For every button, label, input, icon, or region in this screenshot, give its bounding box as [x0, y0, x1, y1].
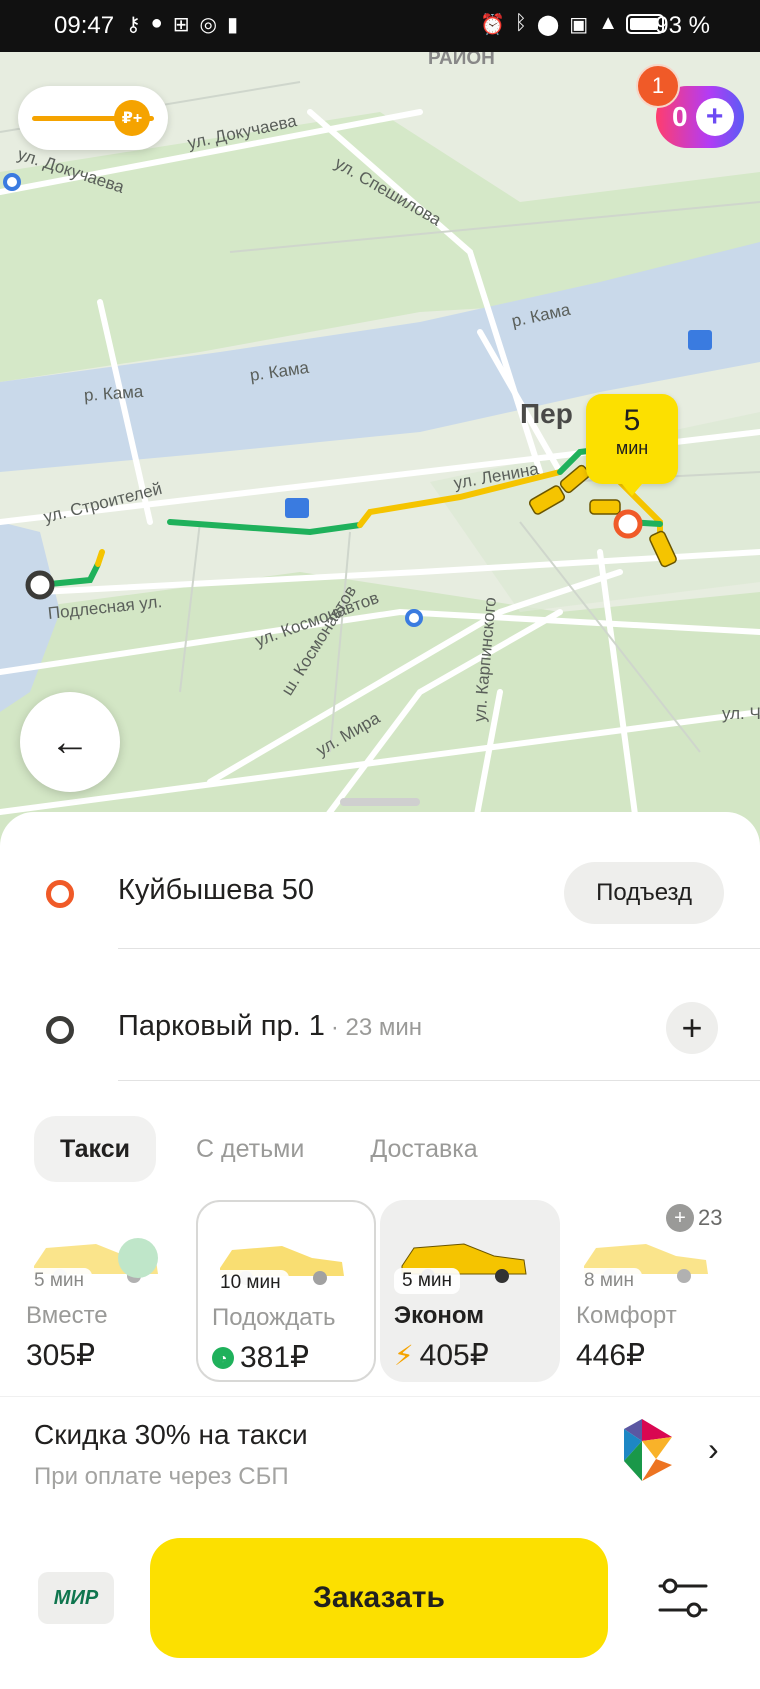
tariff-name: Подождать — [212, 1304, 336, 1331]
plus-icon: + — [695, 98, 734, 136]
battery-saver-icon: ▮ — [226, 14, 238, 36]
tariff-card-together[interactable]: 5 мин Вместе 305₽ — [12, 1200, 192, 1382]
origin-row[interactable]: Куйбышева 50 Подъезд — [0, 844, 760, 944]
divider — [118, 1080, 760, 1081]
origin-address: Куйбышева 50 — [118, 874, 314, 906]
trip-duration: · 23 мин — [330, 1014, 423, 1041]
status-bar: 09:47 ⚷ ● ⊞ ◎ ▮ ⏰ ᛒ ⬤ ▣ ▲ 93 % — [0, 0, 760, 52]
order-bar: МИР Заказать — [0, 1530, 760, 1689]
tariff-price-value: 381₽ — [240, 1341, 310, 1374]
order-button[interactable]: Заказать — [150, 1538, 608, 1658]
plus-balance: 0 — [672, 101, 688, 132]
group-icon — [118, 1238, 158, 1278]
alarm-icon: ⏰ — [480, 14, 505, 36]
tariff-price-value: 305₽ — [26, 1339, 96, 1372]
plus-icon: + — [666, 1204, 694, 1232]
chevron-right-icon: › — [708, 1431, 719, 1467]
lightning-icon: ⚡ — [394, 1340, 414, 1371]
tariff-price-value: 405₽ — [419, 1339, 489, 1372]
ruble-plus-icon: ₽+ — [114, 100, 150, 136]
status-left-icons: ⚷ ● ⊞ ◎ ▮ — [126, 12, 238, 37]
tariff-name: Эконом — [394, 1302, 485, 1329]
sbp-logo-icon — [624, 1419, 672, 1481]
ride-settings-button[interactable] — [656, 1572, 710, 1624]
sheet-handle[interactable] — [340, 798, 420, 806]
plus-cashback-label: + 23 — [666, 1204, 722, 1232]
tab-taxi[interactable]: Такси — [34, 1116, 157, 1182]
tab-delivery[interactable]: Доставка — [344, 1116, 503, 1182]
eta-value: 5 — [623, 404, 641, 437]
map-river-label: р. Кама — [83, 381, 144, 405]
tariff-price: 446₽ — [576, 1338, 645, 1373]
instagram-icon: ◎ — [199, 14, 217, 36]
grid-icon: ⊞ — [172, 14, 190, 36]
eta-bubble: 5 мин — [586, 394, 678, 496]
destination-dot-icon — [46, 1016, 74, 1044]
origin-dot-icon — [46, 880, 74, 908]
add-stop-button[interactable]: + — [666, 1002, 718, 1054]
status-time: 09:47 — [54, 12, 115, 39]
battery-level: 93 % — [655, 12, 710, 39]
tariff-route-badge[interactable]: ₽+ — [18, 86, 168, 150]
tariff-name: Комфорт — [576, 1302, 677, 1329]
tariff-carousel[interactable]: 5 мин Вместе 305₽ 10 мин Подождать ◔ 381… — [0, 1200, 760, 1390]
notification-badge: 1 — [636, 64, 680, 108]
tariff-card-wait[interactable]: 10 мин Подождать ◔ 381₽ — [196, 1200, 376, 1382]
tariff-eta: 8 мин — [576, 1268, 643, 1294]
arrow-left-icon: ← — [50, 719, 90, 764]
location-icon: ⬤ — [536, 14, 560, 36]
destination-address: Парковый пр. 1 · 23 мин — [118, 1010, 422, 1043]
tariff-name: Вместе — [26, 1302, 108, 1329]
back-button[interactable]: ← — [20, 692, 120, 792]
service-tabs: Такси С детьми Доставка — [34, 1116, 504, 1182]
tariff-eta: 10 мин — [212, 1270, 289, 1296]
tariff-eta: 5 мин — [26, 1268, 93, 1294]
tariff-price: 305₽ — [26, 1338, 95, 1373]
promo-title: Скидка 30% на такси — [34, 1419, 308, 1450]
entrance-button[interactable]: Подъезд — [564, 862, 724, 924]
volte-icon: ▣ — [569, 14, 589, 36]
signal-icon: ▲ — [598, 12, 618, 34]
tariff-price-value: 446₽ — [576, 1339, 646, 1372]
tariff-price: ◔ 381₽ — [212, 1340, 309, 1375]
sbp-promo-banner[interactable]: Скидка 30% на такси При оплате через СБП… — [0, 1396, 760, 1507]
divider — [118, 948, 760, 949]
payment-method-button[interactable]: МИР — [38, 1572, 114, 1624]
message-icon: ● — [150, 12, 163, 34]
tab-with-kids[interactable]: С детьми — [170, 1116, 330, 1182]
eta-unit: мин — [615, 438, 649, 458]
map-street-label: ул. Ч — [722, 704, 760, 723]
bluetooth-icon: ᛒ — [514, 12, 527, 34]
tariff-price: ⚡ 405₽ — [394, 1338, 489, 1373]
destination-address-text: Парковый пр. 1 — [118, 1010, 325, 1042]
tariff-eta: 5 мин — [394, 1268, 461, 1294]
map-city-label: Пер — [520, 398, 573, 429]
status-right-icons: ⏰ ᛒ ⬤ ▣ ▲ — [480, 12, 618, 37]
destination-row[interactable]: Парковый пр. 1 · 23 мин + — [0, 980, 760, 1080]
promo-subtitle: При оплате через СБП — [34, 1463, 289, 1490]
key-icon: ⚷ — [126, 14, 141, 36]
clock-icon: ◔ — [212, 1346, 234, 1369]
tariff-card-economy[interactable]: 5 мин Эконом ⚡ 405₽ — [380, 1200, 560, 1382]
plus-cashback-value: 23 — [698, 1205, 723, 1230]
